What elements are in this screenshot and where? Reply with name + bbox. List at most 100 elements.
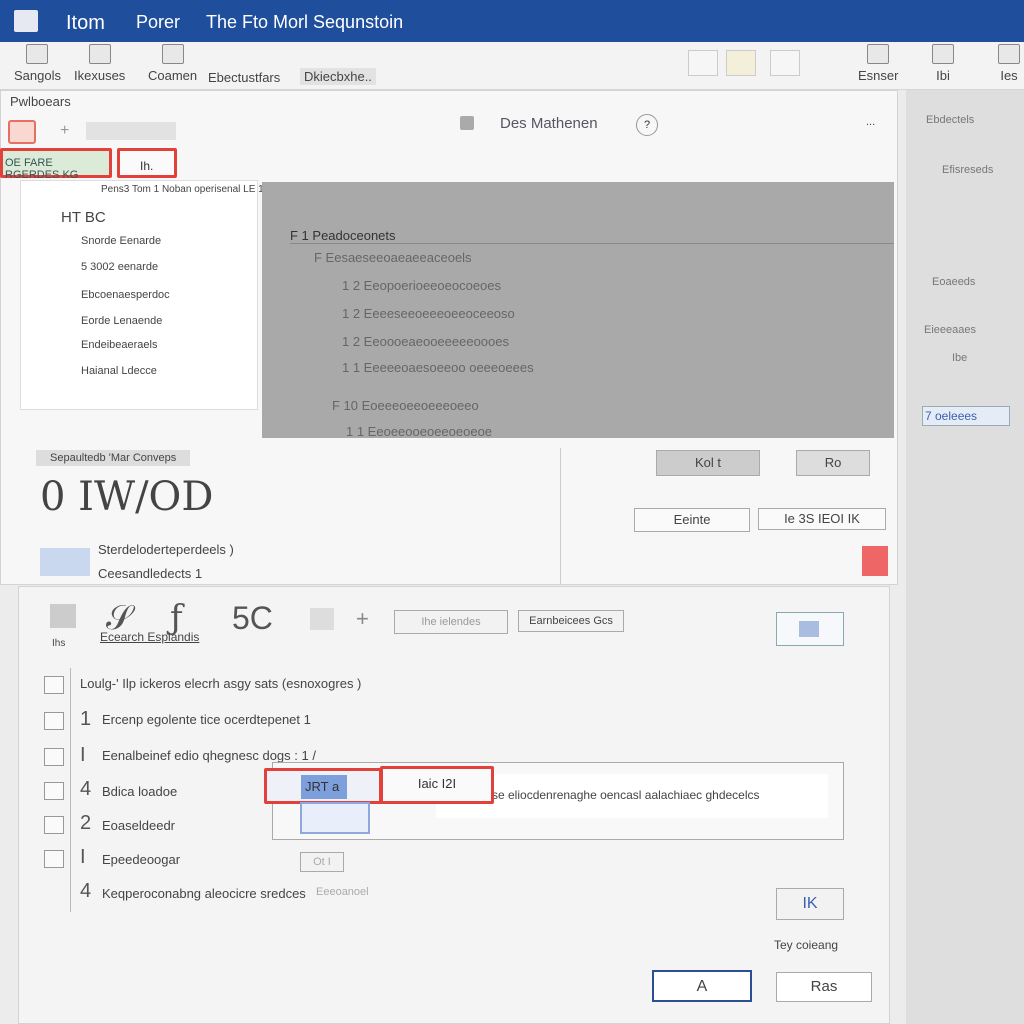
home-icon: [161, 44, 184, 64]
chart-icon: [867, 44, 890, 64]
preview-line: 1 2 Eeeeseeoeeeoeeoceeoso: [342, 306, 515, 321]
tree-item[interactable]: HT BC: [61, 209, 106, 226]
format-select[interactable]: Ihe ielendes: [394, 610, 508, 634]
small-chip-2[interactable]: Eeeoanoel: [316, 886, 369, 898]
filter-field[interactable]: Ih.: [117, 148, 177, 178]
cell-b[interactable]: Iaic I2I: [380, 766, 494, 804]
editor-line[interactable]: Bdica loadoe: [102, 784, 177, 799]
ribbon-tool-icon[interactable]: [688, 50, 718, 76]
more-button[interactable]: ...: [866, 116, 875, 128]
editor-line[interactable]: Loulg-' Ilp ickeros elecrh asgy sats (es…: [80, 676, 361, 691]
ribbon-button-right-3[interactable]: Ies: [998, 44, 1020, 83]
format-icon[interactable]: [50, 604, 76, 628]
ribbon-button-3[interactable]: Coamen: [148, 44, 197, 83]
editor-line[interactable]: Ercenp egolente tice ocerdtepenet 1: [102, 712, 311, 727]
right-panel-item[interactable]: 7 oeleees: [922, 406, 1010, 426]
tree-item[interactable]: Ebcoenaesperdoc: [81, 289, 170, 301]
line-checkbox[interactable]: [44, 816, 64, 834]
tree-item[interactable]: Endeibeaeraels: [81, 339, 157, 351]
ribbon-tool-icon[interactable]: [770, 50, 800, 76]
app-badge-icon[interactable]: [862, 546, 888, 576]
line-number: 1: [80, 708, 92, 730]
ribbon-label: Ibi: [936, 68, 950, 83]
help-button[interactable]: ?: [636, 114, 658, 136]
mid-field-2[interactable]: Ie 3S IEOI IK: [758, 508, 886, 530]
tree-item[interactable]: 5 3002 eenarde: [81, 261, 158, 273]
ok-button[interactable]: A: [652, 970, 752, 1002]
cancel-button[interactable]: Ras: [776, 972, 872, 1002]
line-checkbox[interactable]: [44, 850, 64, 868]
line-number: I: [80, 744, 86, 766]
mid-button-2[interactable]: Ro: [796, 450, 870, 476]
side-button[interactable]: IK: [776, 888, 844, 920]
insert-icon: [799, 621, 819, 637]
ribbon-tool-icon[interactable]: [726, 50, 756, 76]
add-icon[interactable]: +: [60, 122, 69, 140]
insert-button[interactable]: [776, 612, 844, 646]
preview-line: F Eesaeseeoaeaeeaceoels: [314, 250, 472, 265]
right-panel-item[interactable]: Efisreseds: [942, 164, 993, 176]
sidebar-toolbar[interactable]: [86, 122, 176, 140]
mid-button-1[interactable]: Kol t: [656, 450, 760, 476]
window-title: The Fto Morl Sequnstoin: [206, 12, 404, 32]
format-button[interactable]: Earnbeicees Gcs: [518, 610, 624, 632]
preview-line: F 10 Eoeeeoeeoeeeoeeo: [332, 398, 479, 413]
line-number: 4: [80, 778, 92, 800]
mid-line-2: Ceesandledects 1: [98, 566, 203, 581]
upload-icon[interactable]: [460, 116, 474, 130]
editor-toolbar-label: Ihs: [52, 638, 66, 649]
ribbon-button-right-2[interactable]: Ibi: [932, 44, 954, 83]
settings-icon: [932, 44, 954, 64]
title-item-1[interactable]: Itom: [66, 12, 105, 35]
ribbon-label: Ebectustfars: [208, 70, 281, 85]
ribbon-label: Ikexuses: [74, 68, 126, 83]
title-bar: Itom Porer The Fto Morl Sequnstoin: [0, 0, 1024, 42]
layers-icon[interactable]: [8, 120, 36, 144]
editor-line[interactable]: Keqperoconabng aleocicre sredces: [102, 886, 306, 901]
title-item-2[interactable]: Porer: [136, 12, 180, 33]
search-link[interactable]: Ecearch Esplandis: [100, 630, 199, 644]
ribbon-label: Dkiecbxhe..: [304, 69, 372, 84]
editor-line[interactable]: Eenalbeinef edio qhegnesc dogs : 1 /: [102, 748, 316, 763]
cell-text: se eliocdenrenaghe oencasl aalachiaec gh…: [492, 788, 760, 802]
table-icon[interactable]: [310, 608, 334, 630]
line-checkbox[interactable]: [44, 748, 64, 766]
add-icon[interactable]: +: [356, 606, 369, 632]
tree-item[interactable]: Haianal Ldecce: [81, 365, 157, 377]
preview-line: 1 2 Eeoooeaeooeeeeeoooes: [342, 334, 509, 349]
sidebar-footer: Sepaultedb 'Mar Conveps: [36, 450, 191, 466]
home-icon: [88, 44, 111, 64]
ribbon-button-1[interactable]: Sangols: [14, 44, 61, 83]
right-panel-item[interactable]: Eieeeaaes: [924, 324, 976, 336]
line-number: I: [80, 846, 86, 868]
right-panel-item[interactable]: Ebdectels: [926, 114, 974, 126]
editor-line[interactable]: Epeedeoogar: [102, 852, 180, 867]
big-heading: 0 IW/OD: [40, 474, 214, 520]
image-thumb: [40, 548, 90, 576]
ribbon-button-2[interactable]: Ikexuses: [74, 44, 125, 83]
app-menu-icon[interactable]: [14, 10, 38, 32]
preview-line: 1 1 Eeoeeooeoeeoeoeoe: [346, 424, 493, 439]
cell-text-area[interactable]: se eliocdenrenaghe oencasl aalachiaec gh…: [436, 774, 828, 818]
line-checkbox[interactable]: [44, 676, 64, 694]
line-number: 2: [80, 812, 92, 834]
right-panel-item[interactable]: Ibe: [952, 352, 967, 364]
cell-a[interactable]: JRT a: [264, 768, 382, 804]
editor-line[interactable]: Eoaseldeedr: [102, 818, 175, 833]
small-chip[interactable]: Ot I: [300, 852, 344, 872]
cell-a-value: JRT a: [301, 775, 347, 799]
cell-dropdown[interactable]: [300, 802, 370, 834]
tree-item[interactable]: Snorde Eenarde: [81, 235, 161, 247]
mid-field-1[interactable]: Eeinte: [634, 508, 750, 532]
ribbon-button-5[interactable]: Dkiecbxhe..: [300, 68, 376, 85]
right-panel-item[interactable]: Eoaeeds: [932, 276, 975, 288]
font-size-icon[interactable]: 5C: [232, 600, 273, 637]
line-checkbox[interactable]: [44, 782, 64, 800]
filter-tag[interactable]: OE FARE RGERDES KG: [0, 148, 112, 181]
ribbon-button-4[interactable]: Ebectustfars: [208, 70, 280, 85]
ribbon-button-right-1[interactable]: Esnser: [858, 44, 898, 83]
tree-item[interactable]: Eorde Lenaende: [81, 315, 162, 327]
ribbon-label: Coamen: [148, 68, 198, 83]
line-checkbox[interactable]: [44, 712, 64, 730]
ribbon-label: Sangols: [14, 68, 61, 83]
